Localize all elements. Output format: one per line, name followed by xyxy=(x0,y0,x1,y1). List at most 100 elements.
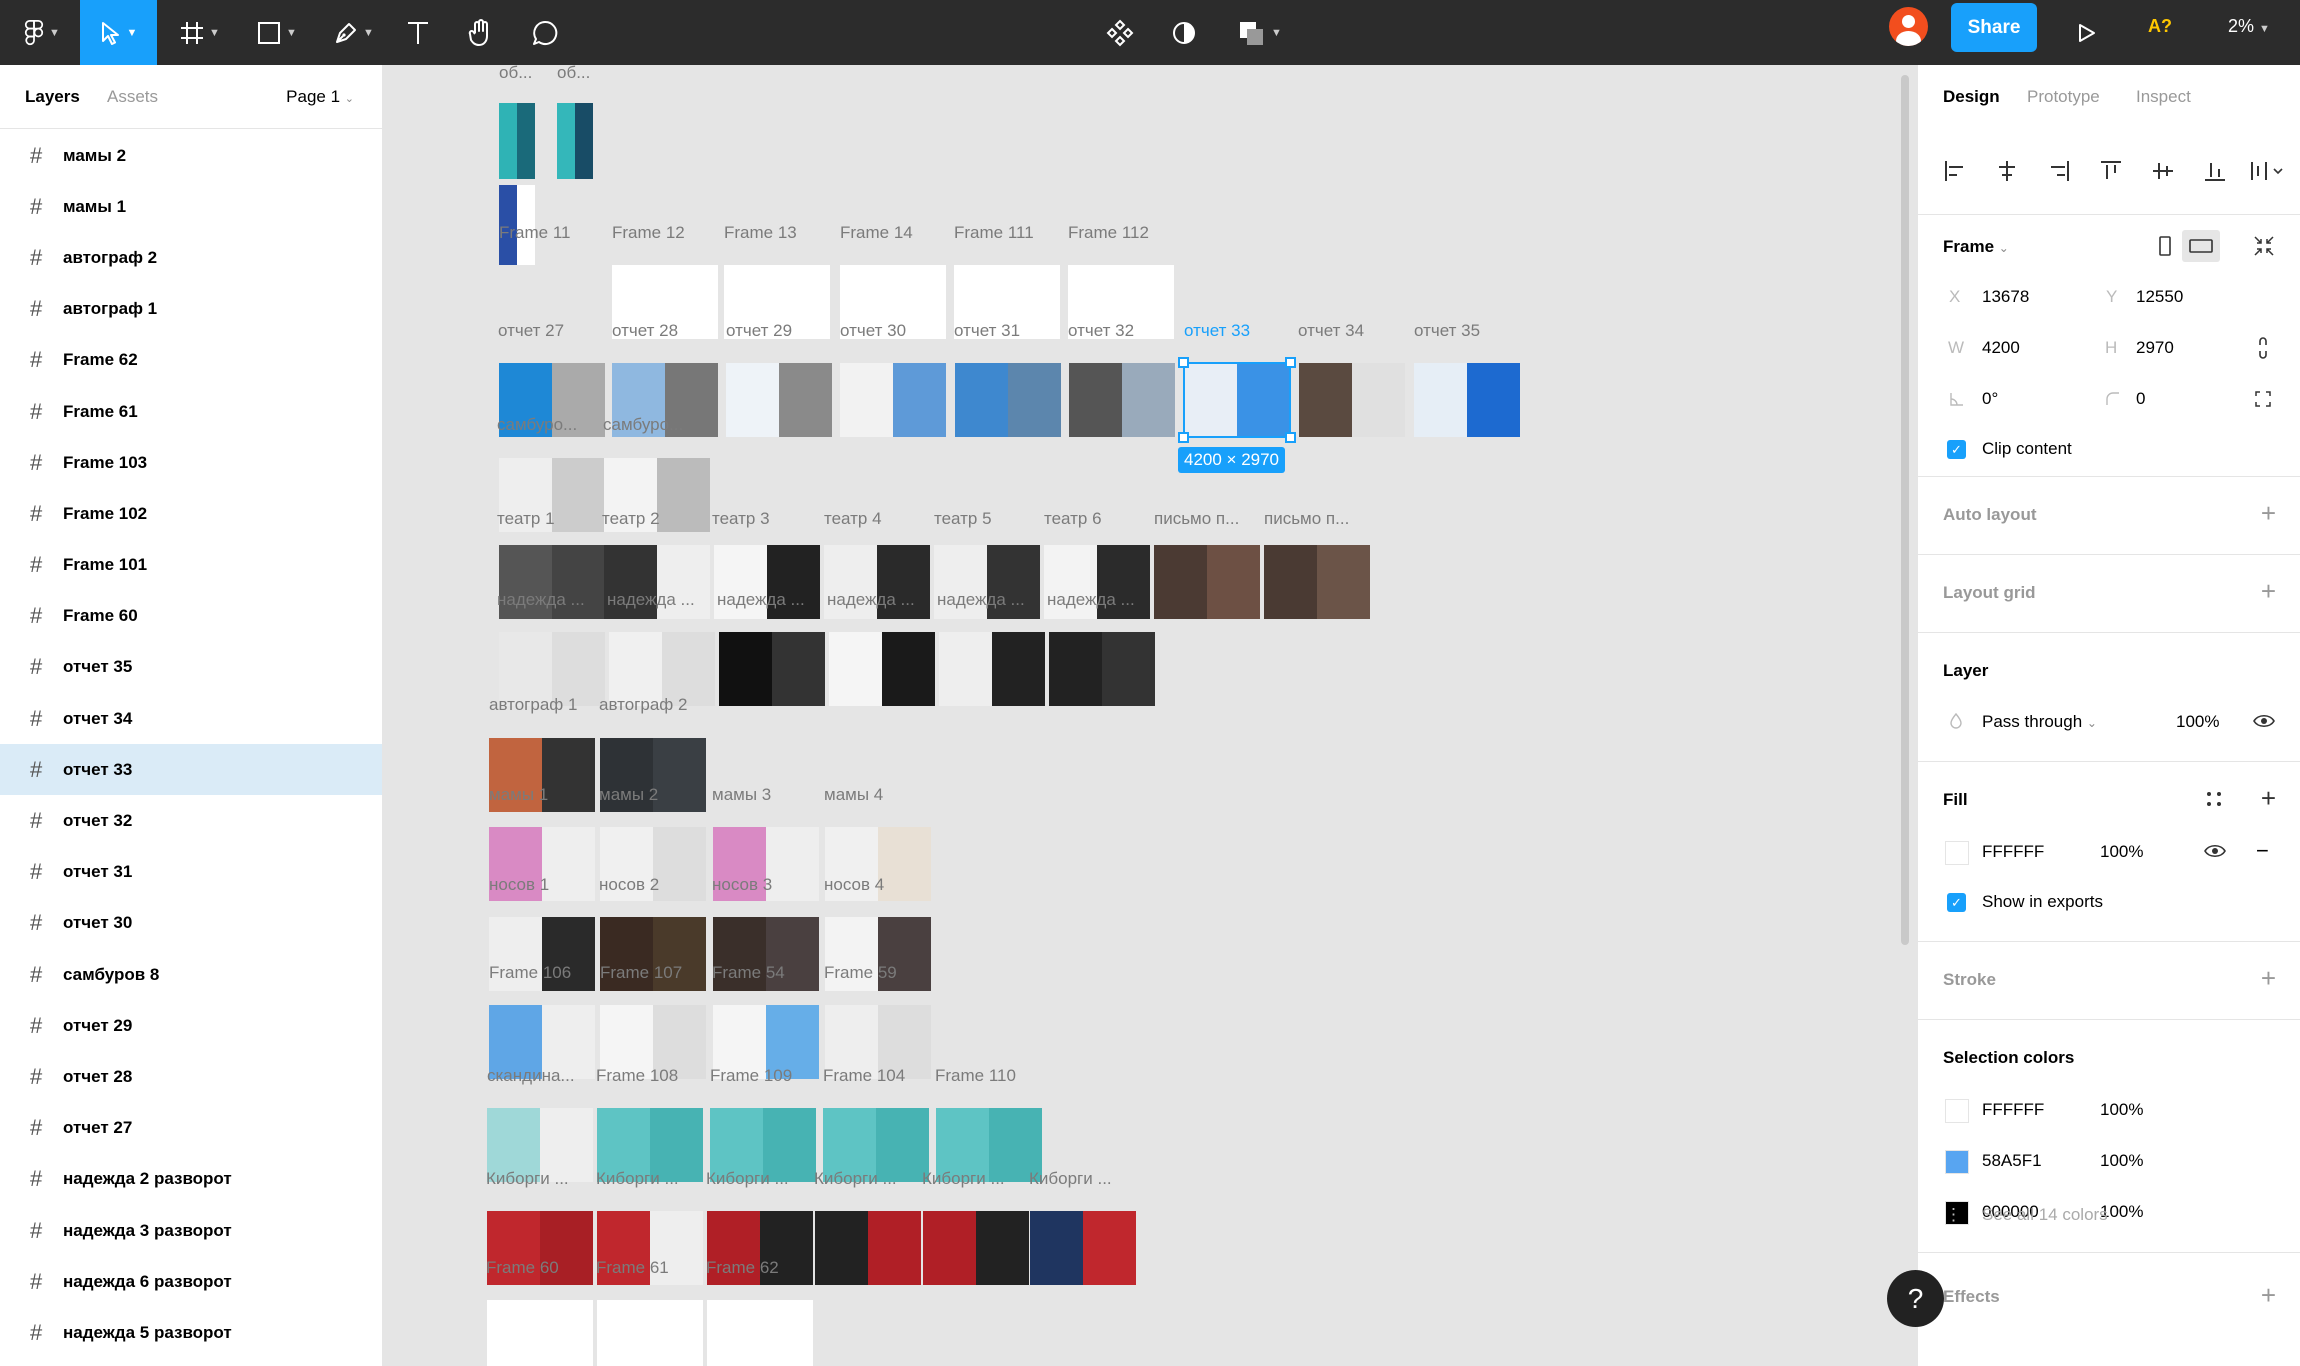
frame-thumbnail[interactable] xyxy=(707,1300,813,1366)
frame-label[interactable]: носов 2 xyxy=(599,875,659,895)
frame-label[interactable]: отчет 29 xyxy=(726,321,792,341)
frame-label[interactable]: Frame 59 xyxy=(824,963,897,983)
layer-item[interactable]: # Frame 62 xyxy=(0,335,382,386)
frame-label[interactable]: Frame 108 xyxy=(596,1066,678,1086)
landscape-orientation-icon[interactable] xyxy=(2182,230,2220,262)
frame-label[interactable]: Frame 104 xyxy=(823,1066,905,1086)
frame-thumbnail[interactable] xyxy=(487,1300,593,1366)
fill-opacity-field[interactable]: 100% xyxy=(2100,842,2143,862)
rotation-field[interactable]: 0° xyxy=(1982,389,1998,409)
frame-label[interactable]: Киборги ... xyxy=(814,1169,897,1189)
blend-mode-select[interactable]: Pass through ⌄ xyxy=(1982,712,2097,732)
frame-thumbnail[interactable] xyxy=(597,1300,703,1366)
comment-tool-icon[interactable] xyxy=(527,0,563,65)
style-picker-icon[interactable] xyxy=(2205,790,2223,808)
frame-label[interactable]: об... xyxy=(499,65,532,83)
move-tool-icon[interactable]: ▼ xyxy=(80,0,157,65)
frame-label[interactable]: театр 4 xyxy=(824,509,882,529)
layer-item[interactable]: # отчет 28 xyxy=(0,1051,382,1102)
frame-label[interactable]: Frame 62 xyxy=(706,1258,779,1278)
height-field[interactable]: 2970 xyxy=(2136,338,2174,358)
frame-label[interactable]: Frame 13 xyxy=(724,223,797,243)
frame-thumbnail[interactable] xyxy=(939,632,1045,706)
independent-corners-icon[interactable] xyxy=(2254,390,2272,408)
frame-label[interactable]: отчет 31 xyxy=(954,321,1020,341)
boolean-icon[interactable]: ▼ xyxy=(1232,0,1288,65)
frame-label[interactable]: Frame 110 xyxy=(935,1066,1016,1086)
frame-thumbnail[interactable] xyxy=(815,1211,921,1285)
frame-label[interactable]: Frame 106 xyxy=(489,963,571,983)
selection-color-swatch[interactable] xyxy=(1945,1099,1969,1123)
layer-item[interactable]: # мамы 1 xyxy=(0,181,382,232)
canvas[interactable]: об... об... Frame 11 Frame 12 Frame 13 Frame … xyxy=(384,65,1917,1366)
layer-item[interactable]: # надежда 2 разворот xyxy=(0,1154,382,1205)
page-selector[interactable]: Page 1 ⌄ xyxy=(286,87,354,107)
resize-handle[interactable] xyxy=(1178,432,1189,443)
corner-radius-field[interactable]: 0 xyxy=(2136,389,2145,409)
align-top-icon[interactable] xyxy=(2099,159,2123,183)
frame-label[interactable]: надежда ... xyxy=(717,590,805,610)
frame-thumbnail[interactable] xyxy=(1414,363,1520,437)
frame-label[interactable]: Киборги ... xyxy=(1029,1169,1112,1189)
frame-thumbnail[interactable] xyxy=(499,103,535,179)
frame-label[interactable]: Frame 11 xyxy=(499,223,571,243)
tab-assets[interactable]: Assets xyxy=(107,87,158,107)
layer-item[interactable]: # Frame 103 xyxy=(0,437,382,488)
frame-label[interactable]: автограф 2 xyxy=(599,695,687,715)
layer-opacity-field[interactable]: 100% xyxy=(2176,712,2219,732)
spellcheck-button[interactable]: A? xyxy=(2148,16,2172,37)
share-button[interactable]: Share xyxy=(1951,3,2037,52)
selection-color-opacity[interactable]: 100% xyxy=(2100,1100,2143,1120)
frame-label[interactable]: Frame 61 xyxy=(596,1258,669,1278)
align-vertical-center-icon[interactable] xyxy=(2151,159,2175,183)
tab-design[interactable]: Design xyxy=(1943,87,2000,107)
width-field[interactable]: 4200 xyxy=(1982,338,2020,358)
frame-thumbnail[interactable] xyxy=(840,363,946,437)
frame-label[interactable]: Киборги ... xyxy=(706,1169,789,1189)
layer-item[interactable]: # Frame 101 xyxy=(0,540,382,591)
layer-item[interactable]: # отчет 29 xyxy=(0,1000,382,1051)
align-horizontal-center-icon[interactable] xyxy=(1995,159,2019,183)
zoom-level[interactable]: 2% ▼ xyxy=(2228,16,2270,37)
frame-label[interactable]: носов 1 xyxy=(489,875,549,895)
hand-tool-icon[interactable] xyxy=(463,0,499,65)
x-field[interactable]: 13678 xyxy=(1982,287,2029,307)
frame-thumbnail[interactable] xyxy=(1264,545,1370,619)
align-right-icon[interactable] xyxy=(2047,159,2071,183)
frame-label[interactable]: носов 4 xyxy=(824,875,884,895)
resize-handle[interactable] xyxy=(1285,357,1296,368)
frame-label[interactable]: Frame 54 xyxy=(712,963,785,983)
frame-thumbnail[interactable] xyxy=(726,363,832,437)
help-button[interactable]: ? xyxy=(1887,1270,1944,1327)
present-play-icon[interactable] xyxy=(2069,0,2105,65)
frame-label[interactable]: надежда ... xyxy=(497,590,585,610)
frame-label[interactable]: автограф 1 xyxy=(489,695,577,715)
frame-thumbnail[interactable] xyxy=(1030,1211,1136,1285)
frame-label[interactable]: самбуро... xyxy=(497,415,577,435)
frame-label[interactable]: отчет 27 xyxy=(498,321,564,341)
frame-label[interactable]: отчет 28 xyxy=(612,321,678,341)
selection-color-hex[interactable]: 58A5F1 xyxy=(1982,1151,2042,1171)
frame-thumbnail[interactable] xyxy=(1069,363,1175,437)
add-fill-icon[interactable]: + xyxy=(2261,785,2276,811)
frame-label[interactable]: театр 3 xyxy=(712,509,770,529)
layer-item[interactable]: # отчет 33 xyxy=(0,744,382,796)
frame-label[interactable]: отчет 30 xyxy=(840,321,906,341)
frame-label[interactable]: Киборги ... xyxy=(486,1169,569,1189)
frame-label[interactable]: отчет 32 xyxy=(1068,321,1134,341)
layer-item[interactable]: # мамы 2 xyxy=(0,130,382,181)
frame-thumbnail[interactable] xyxy=(829,632,935,706)
show-in-exports-checkbox[interactable]: ✓ xyxy=(1947,893,1966,912)
tab-layers[interactable]: Layers xyxy=(25,87,80,107)
layer-item[interactable]: # отчет 34 xyxy=(0,693,382,744)
layer-item[interactable]: # Frame 102 xyxy=(0,488,382,539)
layer-item[interactable]: # Frame 60 xyxy=(0,591,382,642)
y-field[interactable]: 12550 xyxy=(2136,287,2183,307)
see-all-colors-link[interactable]: See all 14 colors xyxy=(1982,1205,2108,1225)
frame-label[interactable]: Frame 12 xyxy=(612,223,685,243)
tab-prototype[interactable]: Prototype xyxy=(2027,87,2100,107)
frame-label[interactable]: Frame 107 xyxy=(600,963,682,983)
clip-content-checkbox[interactable]: ✓ xyxy=(1947,440,1966,459)
mask-icon[interactable] xyxy=(1166,0,1202,65)
fill-color-swatch[interactable] xyxy=(1945,841,1969,865)
